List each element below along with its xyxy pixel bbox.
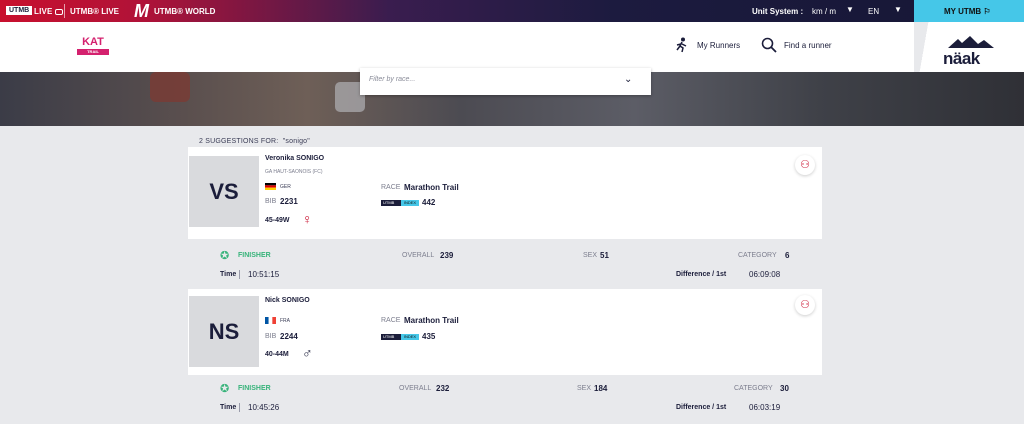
difference-value: 06:09:08: [749, 270, 781, 279]
utmb-index-badge: UTMB INDEX: [381, 200, 419, 206]
overall-label: OVERALL: [399, 385, 432, 392]
runner-club: GA HAUT-SAONOIS (FC): [265, 169, 323, 175]
follow-user-icon[interactable]: ⚇: [795, 155, 815, 175]
race-filter-placeholder: Filter by race...: [369, 76, 416, 83]
overall-label: OVERALL: [402, 252, 435, 259]
live-icon: [54, 9, 63, 15]
chevron-down-icon[interactable]: ⌄: [624, 74, 632, 85]
time-label: Time: [220, 404, 237, 411]
difference-value: 06:03:19: [749, 403, 781, 412]
unit-system-select[interactable]: km / m: [812, 7, 836, 16]
flag-icon: [265, 317, 276, 324]
overall-rank: 239: [440, 251, 454, 260]
female-icon: ♀: [302, 211, 313, 227]
language-select[interactable]: EN: [868, 7, 879, 16]
chevron-down-icon[interactable]: ▼: [894, 5, 902, 14]
result-row: ✪ FINISHER OVERALL 239 SEX 51 CATEGORY 6…: [188, 239, 822, 289]
chevron-down-icon[interactable]: ▼: [846, 5, 854, 14]
divider: [914, 22, 934, 72]
bib-number: 2244: [280, 332, 298, 341]
utmb-live-link[interactable]: UTMB® LIVE: [70, 7, 119, 16]
follow-user-icon[interactable]: ⚇: [795, 295, 815, 315]
bib-label: BIB: [265, 198, 277, 205]
medal-icon: ✪: [220, 383, 230, 395]
utmb-index-badge: UTMB INDEX: [381, 334, 419, 340]
race-name: Marathon Trail: [404, 183, 459, 192]
flag-icon: [265, 183, 276, 190]
sponsor-name: näak: [943, 49, 980, 68]
utmb-world-link[interactable]: UTMB® WORLD: [154, 7, 215, 16]
runner-card[interactable]: VS Veronika SONIGO GA HAUT-SAONOIS (FC) …: [188, 147, 822, 239]
runner-category: 40-44M: [265, 351, 289, 358]
event-logo[interactable]: KAT TRAIL: [76, 37, 110, 67]
sex-rank: 184: [594, 384, 608, 393]
time-label: Time: [220, 271, 237, 278]
race-label: RACE: [381, 184, 401, 191]
category-label: CATEGORY: [734, 385, 773, 392]
runner-name[interactable]: Nick SONIGO: [265, 297, 310, 304]
mountain-icon: [948, 36, 994, 48]
suggestions-header: 2 SUGGESTIONS FOR: "sonigo": [199, 138, 310, 145]
category-label: CATEGORY: [738, 252, 777, 259]
finisher-status: FINISHER: [238, 252, 271, 259]
sponsor-logo[interactable]: näak: [914, 22, 1024, 72]
divider: [239, 403, 240, 412]
race-label: RACE: [381, 317, 401, 324]
search-icon[interactable]: [761, 37, 777, 58]
runner-name[interactable]: Veronika SONIGO: [265, 155, 324, 162]
utmb-index-value: 435: [422, 332, 436, 341]
runner-initials: VS: [189, 156, 259, 227]
unit-system-label: Unit System :: [752, 7, 804, 16]
utmb-m-logo[interactable]: M: [134, 1, 149, 22]
runner-initials: NS: [189, 296, 259, 367]
my-utmb-button[interactable]: MY UTMB ⚐: [914, 0, 1024, 22]
find-runner-link[interactable]: Find a runner: [784, 41, 832, 50]
runner-country: FRA: [280, 318, 290, 324]
utmb-tag[interactable]: UTMB: [6, 6, 33, 15]
runner-category: 45-49W: [265, 217, 290, 224]
result-row: ✪ FINISHER OVERALL 232 SEX 184 CATEGORY …: [188, 375, 822, 424]
race-filter-select[interactable]: Filter by race... ⌄: [360, 68, 651, 95]
runner-card[interactable]: NS Nick SONIGO FRA BIB 2244 40-44M ♂ RAC…: [188, 289, 822, 375]
finisher-status: FINISHER: [238, 385, 271, 392]
hero-photo-detail: [150, 72, 190, 102]
live-link[interactable]: LIVE: [34, 7, 63, 16]
finish-time: 10:45:26: [248, 403, 280, 412]
race-name: Marathon Trail: [404, 316, 459, 325]
my-runners-link[interactable]: My Runners: [697, 41, 740, 50]
utmb-index-value: 442: [422, 198, 436, 207]
divider: [64, 4, 65, 18]
category-rank: 30: [780, 384, 789, 393]
finish-time: 10:51:15: [248, 270, 280, 279]
runner-country: GER: [280, 184, 291, 190]
category-rank: 6: [785, 251, 790, 260]
difference-label: Difference / 1st: [676, 271, 727, 278]
top-bar: UTMB LIVE UTMB® LIVE M UTMB® WORLD Unit …: [0, 0, 1024, 22]
bib-number: 2231: [280, 197, 298, 206]
overall-rank: 232: [436, 384, 450, 393]
header: KAT TRAIL: [0, 22, 1024, 72]
bib-label: BIB: [265, 333, 277, 340]
sex-label: SEX: [583, 252, 598, 259]
sex-rank: 51: [600, 251, 609, 260]
sex-label: SEX: [577, 385, 592, 392]
runner-icon[interactable]: [675, 37, 689, 58]
divider: [239, 270, 240, 279]
male-icon: ♂: [302, 345, 313, 361]
difference-label: Difference / 1st: [676, 404, 727, 411]
medal-icon: ✪: [220, 250, 230, 262]
